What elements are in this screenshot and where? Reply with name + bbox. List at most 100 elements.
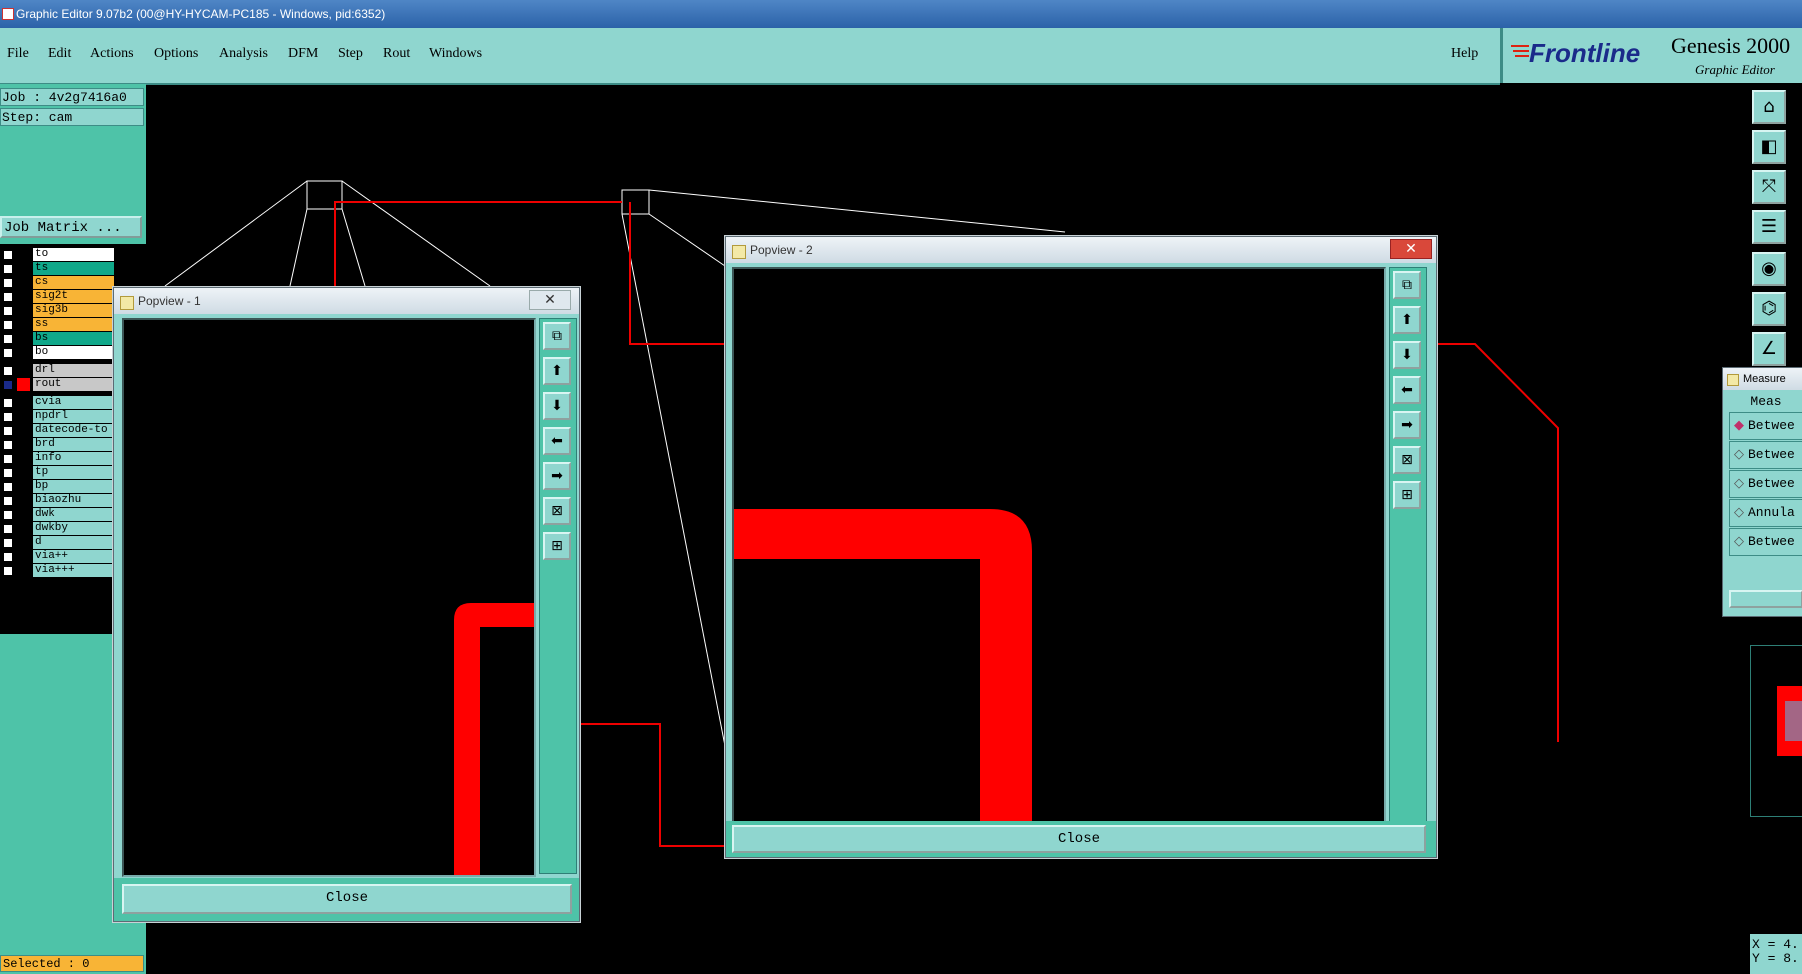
layer-name[interactable]: datecode-to <box>33 424 114 437</box>
redraw-icon[interactable]: ☰ <box>1752 210 1786 244</box>
measure-option-2[interactable]: ◇ Betwee <box>1729 470 1802 498</box>
layer-checkbox[interactable] <box>3 278 13 288</box>
menu-edit[interactable]: Edit <box>48 46 71 62</box>
layer-row-ts[interactable]: ts <box>0 262 114 276</box>
layer-checkbox[interactable] <box>3 426 13 436</box>
layer-row-drl[interactable]: drl <box>0 364 114 378</box>
zoom-window-icon[interactable]: ⧉ <box>1393 271 1421 299</box>
measure-option-1[interactable]: ◇ Betwee <box>1729 441 1802 469</box>
layer-row-d[interactable]: d <box>0 536 114 550</box>
layer-row-npdrl[interactable]: npdrl <box>0 410 114 424</box>
layer-checkbox[interactable] <box>3 398 13 408</box>
layer-name[interactable]: bs <box>33 332 114 345</box>
snap-icon[interactable]: ◉ <box>1752 252 1786 286</box>
menu-windows[interactable]: Windows <box>429 46 482 62</box>
layer-checkbox[interactable] <box>3 468 13 478</box>
zoom-in-icon[interactable]: ⊞ <box>543 532 571 560</box>
zoom-out-icon[interactable]: ⊠ <box>543 497 571 525</box>
zoom-window-icon[interactable]: ⧉ <box>543 322 571 350</box>
layer-name[interactable]: info <box>33 452 114 465</box>
measure-icon[interactable]: ∠ <box>1752 332 1786 366</box>
close-icon[interactable]: ✕ <box>1390 239 1432 259</box>
close-icon[interactable]: ✕ <box>529 290 571 310</box>
popview-1-canvas[interactable] <box>122 318 536 877</box>
pan-down-icon[interactable]: ⬇ <box>543 392 571 420</box>
measure-option-0[interactable]: ◆ Betwee <box>1729 412 1802 440</box>
layer-checkbox[interactable] <box>3 496 13 506</box>
layer-row-cs[interactable]: cs <box>0 276 114 290</box>
layer-checkbox[interactable] <box>3 366 13 376</box>
mini-view[interactable] <box>1750 645 1802 817</box>
layer-checkbox[interactable] <box>3 510 13 520</box>
zoom-home-icon[interactable]: ◧ <box>1752 130 1786 164</box>
layer-checkbox[interactable] <box>3 334 13 344</box>
layer-row-brd[interactable]: brd <box>0 438 114 452</box>
layer-row-rout[interactable]: rout <box>0 378 114 392</box>
close-button[interactable]: Close <box>122 884 572 914</box>
menu-options[interactable]: Options <box>154 46 198 62</box>
layer-row-to[interactable]: to <box>0 248 114 262</box>
layer-checkbox[interactable] <box>3 412 13 422</box>
layer-row-bs[interactable]: bs <box>0 332 114 346</box>
layer-checkbox[interactable] <box>3 538 13 548</box>
layer-checkbox[interactable] <box>3 552 13 562</box>
layer-checkbox[interactable] <box>3 250 13 260</box>
layer-row-tp[interactable]: tp <box>0 466 114 480</box>
layer-name[interactable]: tp <box>33 466 114 479</box>
pan-left-icon[interactable]: ⬅ <box>543 427 571 455</box>
layer-row-dwkby[interactable]: dwkby <box>0 522 114 536</box>
menu-file[interactable]: File <box>7 46 29 62</box>
layer-name[interactable]: via+++ <box>33 564 114 577</box>
layer-row-info[interactable]: info <box>0 452 114 466</box>
layer-checkbox[interactable] <box>3 482 13 492</box>
layer-checkbox[interactable] <box>3 292 13 302</box>
measure-option-3[interactable]: ◇ Annula <box>1729 499 1802 527</box>
layer-name[interactable]: bo <box>33 346 114 359</box>
layer-checkbox[interactable] <box>3 348 13 358</box>
menu-actions[interactable]: Actions <box>90 46 134 62</box>
layer-checkbox[interactable] <box>3 440 13 450</box>
layer-row-cvia[interactable]: cvia <box>0 396 114 410</box>
pan-right-icon[interactable]: ➡ <box>543 462 571 490</box>
menu-step[interactable]: Step <box>338 46 363 62</box>
layer-name[interactable]: biaozhu <box>33 494 114 507</box>
menu-rout[interactable]: Rout <box>383 46 410 62</box>
menu-help[interactable]: Help <box>1451 46 1478 62</box>
layer-row-via++[interactable]: via++ <box>0 550 114 564</box>
layer-checkbox[interactable] <box>3 380 13 390</box>
pan-right-icon[interactable]: ➡ <box>1393 411 1421 439</box>
pan-up-icon[interactable]: ⬆ <box>1393 306 1421 334</box>
measure-action-button[interactable] <box>1729 590 1802 608</box>
layer-row-biaozhu[interactable]: biaozhu <box>0 494 114 508</box>
layer-name[interactable]: ts <box>33 262 114 275</box>
menu-dfm[interactable]: DFM <box>288 46 318 62</box>
zoom-out-icon[interactable]: ⊠ <box>1393 446 1421 474</box>
job-matrix-button[interactable]: Job Matrix ... <box>0 216 142 238</box>
layer-row-via+++[interactable]: via+++ <box>0 564 114 578</box>
layer-row-sig3b[interactable]: sig3b <box>0 304 114 318</box>
connect-icon[interactable]: ⌬ <box>1752 292 1786 326</box>
layer-checkbox[interactable] <box>3 454 13 464</box>
layer-row-bp[interactable]: bp <box>0 480 114 494</box>
popview-2-canvas[interactable] <box>732 267 1386 824</box>
layer-name[interactable]: ss <box>33 318 114 331</box>
layer-name[interactable]: dwk <box>33 508 114 521</box>
layer-name[interactable]: sig3b <box>33 304 114 317</box>
zoom-fit-icon[interactable]: ⤧ <box>1752 170 1786 204</box>
close-button[interactable]: Close <box>732 825 1426 853</box>
layer-checkbox[interactable] <box>3 306 13 316</box>
measure-option-4[interactable]: ◇ Betwee <box>1729 528 1802 556</box>
layer-name[interactable]: bp <box>33 480 114 493</box>
layer-name[interactable]: brd <box>33 438 114 451</box>
layer-row-dwk[interactable]: dwk <box>0 508 114 522</box>
layer-row-bo[interactable]: bo <box>0 346 114 360</box>
layer-name[interactable]: cvia <box>33 396 114 409</box>
pan-up-icon[interactable]: ⬆ <box>543 357 571 385</box>
layer-name[interactable]: to <box>33 248 114 261</box>
layer-checkbox[interactable] <box>3 264 13 274</box>
layer-name[interactable]: drl <box>33 364 114 377</box>
layer-name[interactable]: via++ <box>33 550 114 563</box>
layer-name[interactable]: d <box>33 536 114 549</box>
layer-row-datecode-to[interactable]: datecode-to <box>0 424 114 438</box>
layer-checkbox[interactable] <box>3 320 13 330</box>
